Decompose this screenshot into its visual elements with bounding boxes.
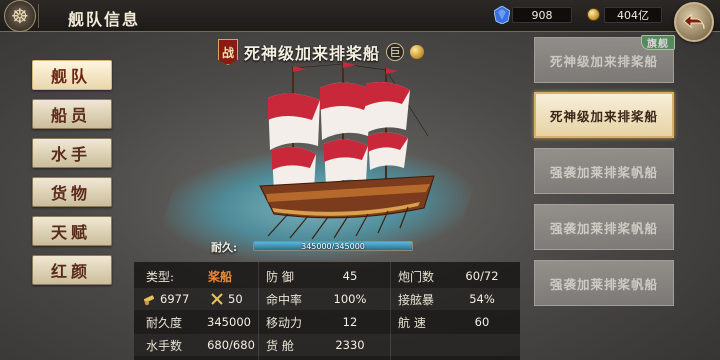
stat-value-durability: 345000 [207, 315, 251, 329]
stat-label-cargo: 货 舱 [266, 338, 294, 353]
gem-count: 908 [512, 7, 572, 23]
fleet-ship-name: 死神级加来排桨船 [549, 53, 658, 69]
fleet-ship-name: 强袭加莱排桨帆船 [549, 164, 658, 180]
stat-value-cannon-ports: 60/72 [465, 269, 499, 283]
stat-value-speed: 60 [474, 315, 490, 329]
stat-value-cargo: 2330 [335, 338, 365, 352]
fleet-ship-card-selected[interactable]: 死神级加来排桨船 [534, 92, 674, 138]
stat-row: 类型: 桨船 防 御 45 炮门数 60/72 [134, 265, 520, 287]
stat-value-type: 桨船 [207, 269, 232, 284]
fleet-ship-name: 强袭加莱排桨帆船 [549, 220, 658, 236]
cannon-stat: 6977 [142, 288, 200, 310]
fleet-ship-card[interactable]: 强袭加莱排桨帆船 [534, 260, 674, 306]
tab-crew[interactable]: 船员 [32, 99, 112, 129]
page-title: 舰队信息 [68, 10, 141, 29]
stat-row: 耐久度 345000 移动力 12 航 速 60 [134, 311, 520, 333]
title-divider [38, 4, 39, 28]
compass-menu-icon[interactable]: ☸ [4, 0, 36, 32]
stat-label-accuracy: 命中率 [266, 292, 303, 307]
stat-label-mobility: 移动力 [266, 315, 303, 330]
stat-value-cannon: 6977 [160, 292, 190, 306]
fleet-ship-card[interactable]: 强袭加莱排桨帆船 [534, 148, 674, 194]
stat-value-sailors: 680/680 [207, 338, 255, 352]
stat-label-type: 类型: [146, 269, 175, 284]
stat-label-sailors: 水手数 [146, 338, 183, 353]
flagship-badge: 旗舰 [641, 35, 675, 50]
stat-label-durability: 耐久度 [146, 315, 183, 330]
crossed-swords-icon [211, 293, 223, 305]
stat-label-speed: 航 速 [398, 315, 426, 330]
coin-icon [587, 8, 600, 21]
gem-icon [494, 6, 510, 24]
fleet-ship-name: 强袭加莱排桨帆船 [549, 276, 658, 292]
coin-count: 404亿 [604, 7, 662, 23]
swap-icon[interactable] [410, 45, 425, 59]
stat-value-mobility: 12 [342, 315, 358, 329]
stat-row: 6977 50 命中率 100% 接舷暴 54% [134, 288, 520, 310]
stat-row: 水手数 680/680 货 舱 2330 [134, 334, 520, 356]
fleet-ship-card[interactable]: 死神级加来排桨船 旗舰 [534, 35, 675, 83]
stat-value-defense: 45 [342, 269, 358, 283]
tab-talent[interactable]: 天赋 [32, 216, 112, 246]
back-arrow-icon [683, 13, 705, 30]
stat-label-cannon-ports: 炮门数 [398, 269, 435, 284]
stat-label-defense: 防 御 [266, 269, 294, 284]
battle-badge: 战 [218, 39, 238, 65]
ship-illustration [259, 62, 435, 240]
stat-label-boarding: 接舷暴 [398, 292, 435, 307]
stat-value-boarding: 54% [469, 292, 495, 306]
tab-beauty[interactable]: 红颜 [32, 255, 112, 285]
tab-fleet[interactable]: 舰队 [32, 60, 112, 90]
fleet-ship-name: 死神级加来排桨船 [549, 108, 658, 124]
durability-label: 耐久: [211, 241, 238, 254]
fleet-ship-card[interactable]: 强袭加莱排桨帆船 [534, 204, 674, 250]
stat-value-melee: 50 [228, 292, 243, 306]
durability-text: 345000/345000 [301, 241, 365, 251]
stat-value-accuracy: 100% [333, 292, 367, 306]
cannon-icon [143, 295, 155, 306]
back-button[interactable] [674, 2, 714, 42]
melee-stat: 50 [210, 288, 258, 310]
tab-sailors[interactable]: 水手 [32, 138, 112, 168]
tab-cargo[interactable]: 货物 [32, 177, 112, 207]
ship-stats-panel: 类型: 桨船 防 御 45 炮门数 60/72 6977 50 命中率 100%… [134, 262, 520, 360]
